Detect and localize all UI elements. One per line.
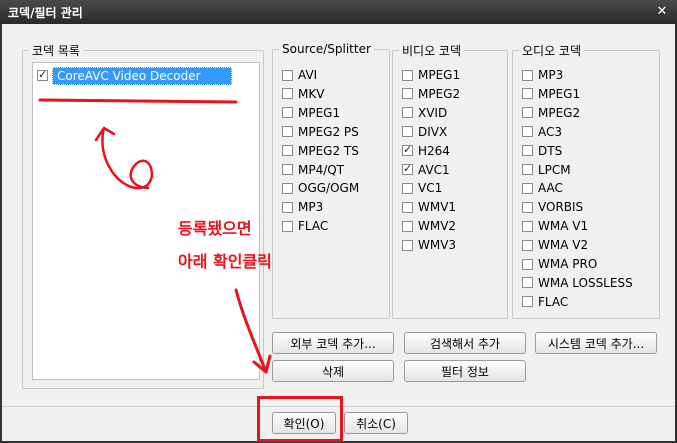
- annotation-drawing: [38, 98, 272, 374]
- annotation-line-2: 아래 확인클릭: [178, 252, 272, 271]
- annotation-line-1: 등록됐으면: [178, 219, 252, 238]
